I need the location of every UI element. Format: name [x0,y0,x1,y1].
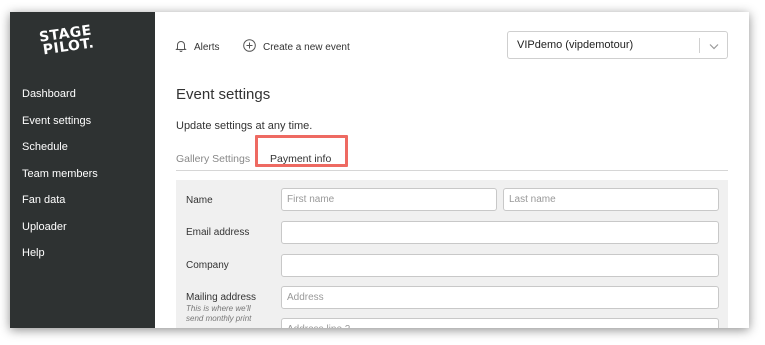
tab-gallery-settings[interactable]: Gallery Settings [176,153,250,165]
create-event-label: Create a new event [263,41,350,53]
top-bar: Alerts Create a new event VIPdemo (vipde… [155,12,749,76]
select-divider [699,38,700,53]
mailing-hint-line-2: send monthly print [186,314,252,323]
sidebar-item-event-settings[interactable]: Event settings [22,114,98,141]
address-line-2-input[interactable] [281,318,719,328]
sidebar-item-fan-data[interactable]: Fan data [22,193,98,220]
app-window: STAGE PILOT. Dashboard Event settings Sc… [10,12,749,328]
tab-highlight-box [255,135,348,167]
sidebar: STAGE PILOT. Dashboard Event settings Sc… [10,12,155,328]
plus-circle-icon [243,39,263,55]
stagepilot-logo[interactable]: STAGE PILOT. [38,23,96,59]
sidebar-item-dashboard[interactable]: Dashboard [22,87,98,114]
sidebar-item-schedule[interactable]: Schedule [22,140,98,167]
last-name-input[interactable] [503,188,719,211]
sidebar-nav: Dashboard Event settings Schedule Team m… [22,87,98,273]
first-name-input[interactable] [281,188,497,211]
company-input[interactable] [281,254,719,277]
email-label: Email address [186,227,250,238]
sidebar-item-team-members[interactable]: Team members [22,167,98,194]
name-label: Name [186,195,213,206]
page-subtitle: Update settings at any time. [176,120,313,132]
company-label: Company [186,260,229,271]
address-input[interactable] [281,286,719,309]
create-event-link[interactable]: Create a new event [243,39,350,55]
bell-icon [175,39,194,55]
alerts-label: Alerts [194,41,220,53]
chevron-down-icon [709,41,719,53]
mailing-hint-line-1: This is where we'll [186,304,251,313]
account-select[interactable]: VIPdemo (vipdemotour) [507,31,728,59]
account-select-value: VIPdemo (vipdemotour) [517,39,634,51]
sidebar-item-uploader[interactable]: Uploader [22,220,98,247]
payment-form: Name Email address Company Mailing addre… [176,180,728,328]
alerts-link[interactable]: Alerts [175,39,220,55]
page-title: Event settings [176,86,271,103]
logo-line-2: PILOT. [41,35,96,59]
sidebar-item-help[interactable]: Help [22,246,98,273]
mailing-address-label: Mailing address [186,292,257,303]
email-input[interactable] [281,221,719,244]
